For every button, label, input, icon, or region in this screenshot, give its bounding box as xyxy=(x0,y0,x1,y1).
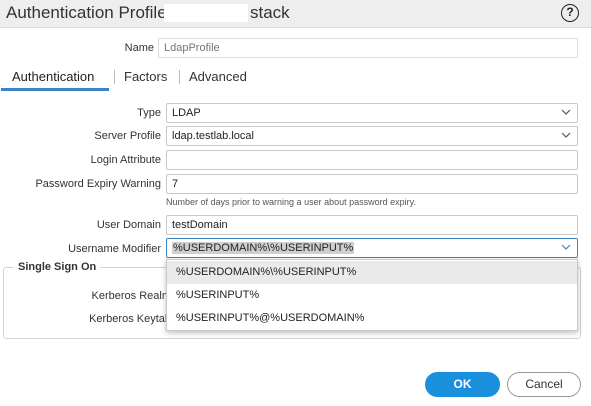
dialog-title-bar: Authentication Profile - stack ? xyxy=(0,0,591,28)
user-domain-input[interactable] xyxy=(166,215,578,235)
kerberos-realm-label: Kerberos Realm xyxy=(91,290,171,302)
server-profile-select[interactable]: ldap.testlab.local xyxy=(166,126,578,146)
username-modifier-value: %USERDOMAIN%\%USERINPUT% xyxy=(172,242,355,254)
password-expiry-input[interactable] xyxy=(166,174,578,194)
password-expiry-hint: Number of days prior to warning a user a… xyxy=(166,197,416,207)
cancel-button[interactable]: Cancel xyxy=(507,372,581,397)
user-domain-label: User Domain xyxy=(96,219,161,231)
tab-bar: Authentication Factors Advanced xyxy=(0,66,591,92)
dropdown-option[interactable]: %USERINPUT% xyxy=(167,284,577,307)
dialog-title: Authentication Profile - xyxy=(6,3,182,22)
username-modifier-select[interactable]: %USERDOMAIN%\%USERINPUT% xyxy=(166,238,578,258)
active-tab-indicator xyxy=(1,88,109,91)
tab-separator xyxy=(114,70,115,84)
dropdown-option[interactable]: %USERDOMAIN%\%USERINPUT% xyxy=(167,261,577,284)
redacted-title-segment xyxy=(164,4,248,22)
dropdown-option[interactable]: %USERINPUT%@%USERDOMAIN% xyxy=(167,307,577,330)
tab-advanced[interactable]: Advanced xyxy=(189,69,247,85)
server-profile-value: ldap.testlab.local xyxy=(172,130,254,142)
username-modifier-label: Username Modifier xyxy=(68,243,161,255)
server-profile-label: Server Profile xyxy=(94,130,161,142)
chevron-down-icon xyxy=(561,132,571,138)
kerberos-keytab-label: Kerberos Keytab xyxy=(89,313,171,325)
name-label: Name xyxy=(124,42,154,54)
help-icon[interactable]: ? xyxy=(561,4,579,22)
tab-separator xyxy=(179,70,180,84)
type-label: Type xyxy=(137,107,161,119)
single-sign-on-legend: Single Sign On xyxy=(14,261,101,273)
chevron-down-icon xyxy=(561,109,571,115)
ok-button[interactable]: OK xyxy=(425,372,500,397)
login-attribute-label: Login Attribute xyxy=(90,154,161,166)
name-input[interactable] xyxy=(158,38,578,58)
password-expiry-label: Password Expiry Warning xyxy=(35,178,161,190)
chevron-down-icon xyxy=(561,244,571,250)
tab-authentication[interactable]: Authentication xyxy=(12,69,94,85)
dialog-title-suffix: stack xyxy=(250,3,290,22)
username-modifier-dropdown: %USERDOMAIN%\%USERINPUT% %USERINPUT% %US… xyxy=(166,259,578,331)
type-select[interactable]: LDAP xyxy=(166,103,578,123)
login-attribute-input[interactable] xyxy=(166,150,578,170)
tab-factors[interactable]: Factors xyxy=(124,69,167,85)
type-value: LDAP xyxy=(172,107,201,119)
